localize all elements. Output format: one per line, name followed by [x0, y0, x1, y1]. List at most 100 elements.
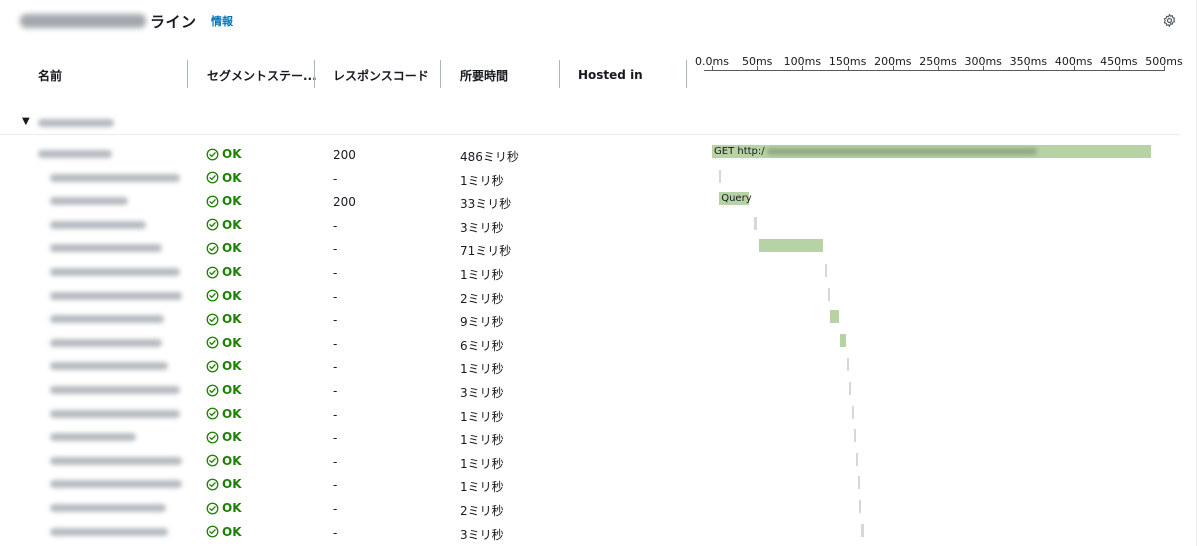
- table-row[interactable]: OK - 71ミリ秒: [0, 236, 1180, 260]
- duration-cell: 2ミリ秒: [460, 291, 504, 306]
- table-row[interactable]: OK - 9ミリ秒: [0, 307, 1180, 331]
- timeline-bar[interactable]: [825, 264, 827, 277]
- table-row[interactable]: OK - 1ミリ秒: [0, 260, 1180, 284]
- status-ok-badge: OK: [206, 147, 242, 161]
- timeline-bar[interactable]: [852, 405, 855, 419]
- table-row[interactable]: OK - 1ミリ秒: [0, 472, 1180, 496]
- redacted-title-prefix: [20, 14, 146, 28]
- timeline-bar[interactable]: [855, 452, 858, 466]
- column-header-hosted-in[interactable]: Hosted in: [578, 60, 643, 90]
- status-text: OK: [222, 217, 242, 232]
- trace-group-row[interactable]: ▼: [0, 112, 1180, 135]
- redacted-segment-name: [50, 386, 180, 394]
- redacted-url: [766, 147, 1037, 155]
- redacted-segment-name: [50, 197, 128, 206]
- status-text: OK: [222, 265, 242, 279]
- timeline-bar[interactable]: [861, 523, 864, 537]
- column-divider[interactable]: [559, 60, 560, 88]
- status-text: OK: [222, 383, 242, 397]
- timeline-bar[interactable]: [827, 287, 830, 301]
- check-circle-icon: [206, 454, 219, 467]
- column-divider[interactable]: [314, 60, 315, 88]
- response-code-cell: -: [333, 289, 338, 304]
- redacted-segment-name: [50, 409, 180, 418]
- response-code-cell: -: [333, 384, 338, 398]
- status-text: OK: [222, 359, 242, 374]
- table-row[interactable]: OK 200 486ミリ秒 GET http:/: [0, 142, 1180, 166]
- status-ok-badge: OK: [206, 194, 242, 208]
- timeline-bar[interactable]: [719, 169, 722, 183]
- timeline-bar[interactable]: [759, 239, 824, 253]
- table-row[interactable]: OK - 1ミリ秒: [0, 449, 1180, 473]
- duration-cell: 1ミリ秒: [460, 456, 504, 471]
- check-circle-icon: [206, 195, 219, 208]
- status-text: OK: [222, 501, 242, 515]
- response-code-cell: -: [333, 478, 338, 493]
- trace-timeline-panel: ライン 情報 名前 セグメントステー... レスポンスコード 所要時間 Host…: [0, 0, 1197, 546]
- column-divider[interactable]: [440, 60, 441, 88]
- status-text: OK: [222, 194, 242, 209]
- redacted-group-name: [38, 119, 114, 127]
- table-row[interactable]: OK - 1ミリ秒: [0, 354, 1180, 378]
- panel-title-text: ライン: [150, 12, 197, 31]
- status-text: OK: [222, 312, 242, 327]
- redacted-segment-name: [50, 504, 166, 512]
- table-row[interactable]: OK - 2ミリ秒: [0, 496, 1180, 520]
- table-row[interactable]: OK - 1ミリ秒: [0, 402, 1180, 426]
- status-ok-badge: OK: [206, 430, 242, 444]
- duration-cell: 1ミリ秒: [460, 173, 504, 188]
- column-header-name[interactable]: 名前: [38, 60, 62, 90]
- column-divider[interactable]: [686, 60, 687, 88]
- response-code-cell: -: [333, 525, 338, 540]
- table-row[interactable]: OK 200 33ミリ秒 Query: [0, 189, 1180, 213]
- redacted-segment-name: [50, 315, 164, 324]
- status-text: OK: [222, 477, 242, 492]
- duration-cell: 6ミリ秒: [460, 338, 504, 353]
- status-ok-badge: OK: [206, 289, 242, 303]
- timeline-bar[interactable]: [853, 429, 856, 443]
- check-circle-icon: [206, 171, 219, 184]
- redacted-segment-name: [50, 527, 168, 536]
- response-code-cell: -: [333, 502, 338, 516]
- timeline-bar[interactable]: [859, 500, 862, 513]
- table-row[interactable]: OK - 3ミリ秒: [0, 378, 1180, 402]
- check-circle-icon: [206, 289, 219, 302]
- redacted-segment-name: [50, 456, 182, 465]
- table-row[interactable]: OK - 3ミリ秒: [0, 520, 1180, 544]
- response-code-cell: -: [333, 407, 338, 422]
- table-row[interactable]: OK - 6ミリ秒: [0, 331, 1180, 355]
- column-header-response-code[interactable]: レスポンスコード: [333, 60, 429, 90]
- table-row[interactable]: OK - 3ミリ秒: [0, 213, 1180, 237]
- response-code-cell: -: [333, 431, 338, 446]
- bar-label-text: GET http:/: [714, 146, 765, 157]
- timeline-bar[interactable]: [840, 333, 846, 347]
- check-circle-icon: [206, 384, 219, 396]
- column-header-duration[interactable]: 所要時間: [460, 60, 508, 90]
- table-row[interactable]: OK - 1ミリ秒: [0, 166, 1180, 190]
- column-divider[interactable]: [187, 60, 188, 88]
- table-row[interactable]: OK - 2ミリ秒: [0, 284, 1180, 308]
- check-circle-icon: [206, 407, 219, 420]
- check-circle-icon: [206, 313, 219, 326]
- timeline-bar[interactable]: [754, 216, 758, 230]
- status-ok-badge: OK: [206, 383, 242, 397]
- timeline-bar[interactable]: [830, 310, 839, 324]
- check-circle-icon: [206, 336, 219, 349]
- timeline-bar[interactable]: [848, 382, 852, 395]
- timeline-bar[interactable]: [846, 358, 849, 372]
- duration-cell: 486ミリ秒: [460, 150, 519, 164]
- status-ok-badge: OK: [206, 477, 242, 491]
- status-text: OK: [222, 147, 242, 161]
- response-code-cell: -: [333, 336, 338, 351]
- table-row[interactable]: OK - 1ミリ秒: [0, 425, 1180, 449]
- column-header-segment-status[interactable]: セグメントステー...: [207, 60, 317, 90]
- caret-down-icon[interactable]: ▼: [22, 116, 30, 127]
- redacted-segment-name: [50, 433, 136, 442]
- info-link[interactable]: 情報: [211, 13, 233, 29]
- response-code-cell: -: [333, 313, 338, 328]
- gear-icon[interactable]: [1162, 13, 1177, 28]
- response-code-cell: 200: [333, 195, 356, 210]
- duration-cell: 33ミリ秒: [460, 197, 512, 212]
- status-text: OK: [222, 288, 242, 303]
- timeline-bar[interactable]: [857, 476, 860, 490]
